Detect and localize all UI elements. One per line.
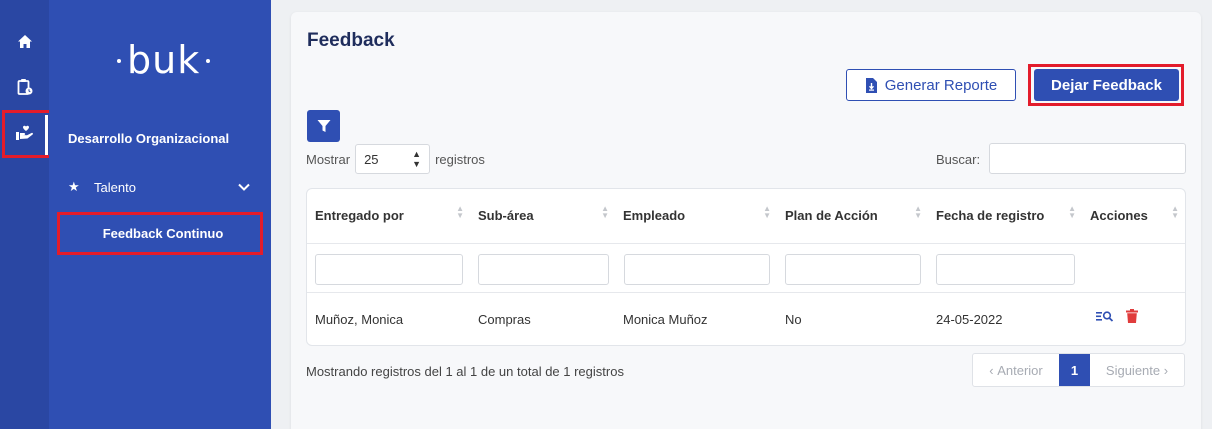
filter-input-entregado-por[interactable] [315, 254, 463, 285]
search-input[interactable] [989, 143, 1186, 174]
page-length-control: Mostrar 25 ▲ ▼ registros [306, 144, 485, 174]
sort-icon: ▲ ▼ [763, 204, 771, 220]
show-label: Mostrar [306, 151, 351, 167]
page-length-value: 25 [364, 151, 379, 167]
rail-home[interactable] [0, 23, 49, 59]
column-label: Plan de Acción [785, 208, 878, 223]
feedback-table: Entregado por ▲ ▼ Sub-área ▲ ▼ Empleado ▲ ▼ Pl… [306, 188, 1186, 346]
pagination-next[interactable]: Siguiente › [1090, 354, 1184, 386]
search-label: Buscar: [936, 152, 981, 167]
sidebar: buk Desarrollo Organizacional ★ Talento … [49, 0, 271, 429]
sort-icon: ▲ ▼ [456, 204, 464, 220]
rail-highlight-frame [2, 110, 54, 158]
pagination: ‹ Anterior 1 Siguiente › [972, 353, 1185, 387]
sidebar-item-label: Talento [94, 179, 136, 195]
clipboard-clock-icon [17, 79, 32, 95]
column-label: Empleado [623, 208, 686, 223]
sort-icon: ▲ ▼ [914, 204, 922, 220]
sidebar-item-talento[interactable]: ★ Talento [68, 176, 250, 198]
pagination-next-label: Siguiente [1105, 362, 1161, 378]
sort-icon: ▲ ▼ [1171, 204, 1179, 220]
records-label: registros [435, 151, 485, 167]
filter-input-empleado[interactable] [624, 254, 770, 285]
main-card: Feedback Generar Reporte Dejar Feedback … [291, 12, 1201, 429]
chevron-right-icon: › [1160, 362, 1169, 378]
cell-fecha: 24-05-2022 [936, 312, 1003, 327]
column-label: Acciones [1090, 208, 1148, 223]
leave-feedback-button[interactable]: Dejar Feedback [1034, 69, 1179, 101]
pagination-previous-label: Anterior [997, 362, 1043, 378]
rail-evaluations[interactable] [0, 69, 49, 105]
table-info: Mostrando registros del 1 al 1 de un tot… [306, 364, 624, 379]
row-actions [1096, 309, 1138, 323]
pagination-previous[interactable]: ‹ Anterior [973, 354, 1059, 386]
buk-logo[interactable]: buk [111, 38, 216, 82]
home-icon [17, 34, 32, 48]
chevron-left-icon: ‹ [989, 362, 998, 378]
column-label: Entregado por [315, 208, 404, 223]
cell-empleado: Monica Muñoz [623, 312, 708, 327]
cell-plan-accion: No [785, 312, 802, 327]
filter-button[interactable] [307, 110, 340, 142]
sort-icon: ▲ ▼ [1068, 204, 1076, 220]
column-header-acciones[interactable]: Acciones ▲ ▼ [1082, 189, 1185, 242]
column-header-fecha-registro[interactable]: Fecha de registro ▲ ▼ [928, 189, 1082, 242]
trash-icon[interactable] [1126, 309, 1138, 323]
column-header-sub-area[interactable]: Sub-área ▲ ▼ [470, 189, 615, 242]
sort-caret-icon: ▲ ▼ [412, 149, 422, 169]
sort-icon: ▲ ▼ [601, 204, 609, 220]
page-length-select[interactable]: 25 ▲ ▼ [355, 144, 431, 174]
sidebar-item-feedback-continuo[interactable]: Feedback Continuo [57, 212, 263, 255]
sidebar-item-label: Feedback Continuo [102, 226, 224, 241]
page-title: Feedback [307, 30, 395, 51]
generate-report-button[interactable]: Generar Reporte [846, 69, 1016, 101]
logo-text: buk [127, 38, 201, 82]
module-title: Desarrollo Organizacional [68, 131, 230, 146]
pagination-page-1[interactable]: 1 [1059, 354, 1090, 386]
filter-input-plan-accion[interactable] [785, 254, 921, 285]
star-icon: ★ [68, 179, 80, 194]
icon-rail [0, 0, 49, 429]
file-download-icon [865, 77, 877, 93]
column-header-empleado[interactable]: Empleado ▲ ▼ [615, 189, 777, 242]
column-label: Fecha de registro [936, 208, 1045, 223]
filter-icon [317, 120, 330, 132]
generate-report-label: Generar Reporte [884, 76, 998, 94]
column-header-entregado-por[interactable]: Entregado por ▲ ▼ [307, 189, 470, 242]
view-details-icon[interactable] [1096, 310, 1114, 322]
column-filter-row [307, 243, 1185, 293]
filter-input-sub-area[interactable] [478, 254, 609, 285]
filter-input-fecha-registro[interactable] [936, 254, 1075, 285]
cell-entregado-por: Muñoz, Monica [315, 312, 404, 327]
chevron-down-icon [238, 183, 250, 191]
column-label: Sub-área [478, 208, 534, 223]
column-header-plan-accion[interactable]: Plan de Acción ▲ ▼ [777, 189, 928, 242]
cell-sub-area: Compras [478, 312, 531, 327]
